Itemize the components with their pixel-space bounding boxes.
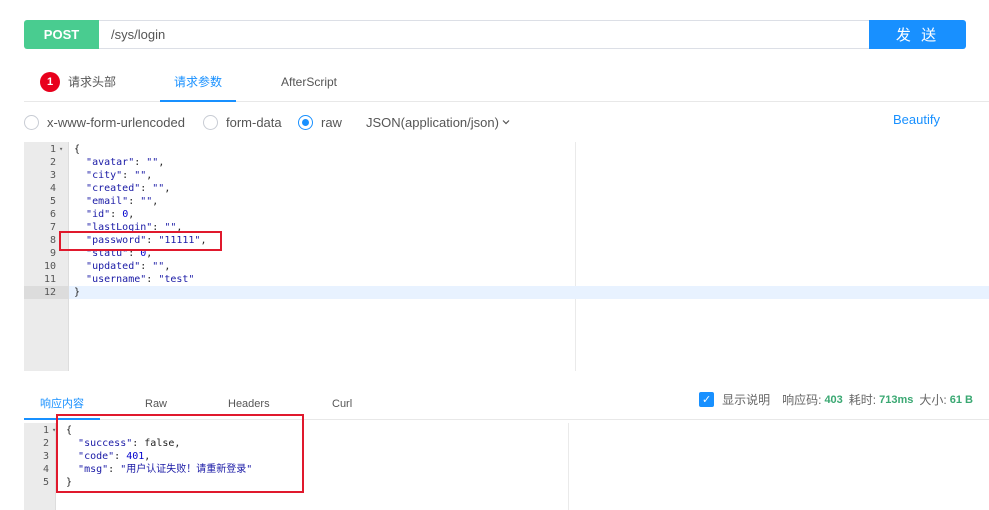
size-value: 61 B <box>949 393 973 406</box>
code-text: "created": "", <box>86 183 171 194</box>
line-number: 1 <box>42 425 49 436</box>
line-number: 4 <box>42 464 49 475</box>
chevron-down-icon <box>502 120 510 125</box>
code-line: 12} <box>24 286 989 299</box>
code-line: 4 "created": "", <box>24 182 989 195</box>
code-line: 1 ▾ { <box>24 143 989 156</box>
show-desc-checkbox[interactable]: ✓ <box>699 392 715 407</box>
tab-headers[interactable]: 1 请求头部 <box>40 62 116 101</box>
line-number: 11 <box>43 274 56 285</box>
line-number: 2 <box>49 157 56 168</box>
send-button[interactable]: 发 送 <box>869 20 966 49</box>
response-highlight-box <box>56 414 304 493</box>
line-number: 6 <box>49 209 56 220</box>
code-line: 5 "email": "", <box>24 195 989 208</box>
content-type-dropdown[interactable]: JSON(application/json) <box>366 112 511 132</box>
radio-form-data[interactable]: form-data <box>203 112 282 132</box>
response-stats: ✓ 显示说明 响应码: 403 耗时: 713ms 大小: 61 B <box>699 391 973 408</box>
size-label: 大小: <box>919 393 947 407</box>
code-text: } <box>74 287 81 298</box>
radio-checked-icon <box>298 114 313 130</box>
password-highlight-box <box>59 231 222 251</box>
url-bar: POST /sys/login 发 送 <box>24 20 966 49</box>
radio-form-data-label: form-data <box>226 114 282 130</box>
tab-response-content-label: 响应内容 <box>40 398 84 410</box>
code-line: 11 "username": "test" <box>24 273 989 286</box>
code-text: "city": "", <box>86 170 153 181</box>
headers-count-badge: 1 <box>40 71 60 92</box>
code-text: "updated": "", <box>86 261 171 272</box>
body-type-selector: x-www-form-urlencoded form-data raw JSON… <box>24 112 964 132</box>
code-text: { <box>74 144 81 155</box>
code-text: "email": "", <box>86 196 159 207</box>
radio-urlencoded[interactable]: x-www-form-urlencoded <box>24 112 185 132</box>
radio-raw[interactable]: raw <box>298 112 342 132</box>
request-tabs: 1 请求头部 请求参数 AfterScript <box>24 62 989 102</box>
code-line: 3 "city": "", <box>24 169 989 182</box>
line-number: 4 <box>49 183 56 194</box>
line-number: 1 <box>49 144 56 155</box>
beautify-button[interactable]: Beautify <box>893 112 940 127</box>
status-code-value: 403 <box>824 393 843 406</box>
tab-params[interactable]: 请求参数 <box>160 62 236 102</box>
request-body-editor[interactable]: 1 ▾{2 "avatar": "", 3 "city": "", 4 "create… <box>24 142 989 371</box>
tab-raw-label: Raw <box>145 397 168 410</box>
tab-params-label: 请求参数 <box>173 74 222 89</box>
tab-afterscript-label: AfterScript <box>281 74 338 89</box>
radio-raw-label: raw <box>321 114 342 130</box>
tab-curl-label: Curl <box>332 397 353 410</box>
line-number: 2 <box>42 438 49 449</box>
code-line: 2 "avatar": "", <box>24 156 989 169</box>
line-number: 5 <box>49 196 56 207</box>
code-line: 6 "id": 0, <box>24 208 989 221</box>
time-label: 耗时: <box>848 393 877 407</box>
tab-afterscript[interactable]: AfterScript <box>281 62 337 101</box>
radio-urlencoded-label: x-www-form-urlencoded <box>47 114 185 130</box>
time-value: 713ms <box>879 393 914 406</box>
line-number: 10 <box>43 261 56 272</box>
tab-headers-label: 请求头部 <box>68 75 117 89</box>
method-select[interactable]: POST <box>24 20 99 49</box>
line-number: 9 <box>49 248 56 259</box>
code-text: "id": 0, <box>86 209 135 220</box>
code-text: "avatar": "", <box>86 157 165 168</box>
content-type-label: JSON(application/json) <box>366 114 499 130</box>
tab-response-headers-label: Headers <box>228 397 270 410</box>
radio-icon <box>24 114 39 130</box>
line-number: 3 <box>42 451 49 462</box>
line-number: 12 <box>43 287 56 298</box>
fold-arrow-icon[interactable]: ▾ <box>59 143 63 156</box>
tab-curl[interactable]: Curl <box>332 388 352 419</box>
code-line: 10 "updated": "", <box>24 260 989 273</box>
show-desc-label: 显示说明 <box>722 393 771 407</box>
line-number: 5 <box>42 477 49 488</box>
line-number: 7 <box>49 222 56 233</box>
line-number: 3 <box>49 170 56 181</box>
line-number: 8 <box>49 235 56 246</box>
status-code-label: 响应码: <box>782 393 822 407</box>
code-text: "username": "test" <box>86 274 195 285</box>
radio-icon <box>203 114 218 130</box>
url-input[interactable]: /sys/login <box>99 20 869 49</box>
